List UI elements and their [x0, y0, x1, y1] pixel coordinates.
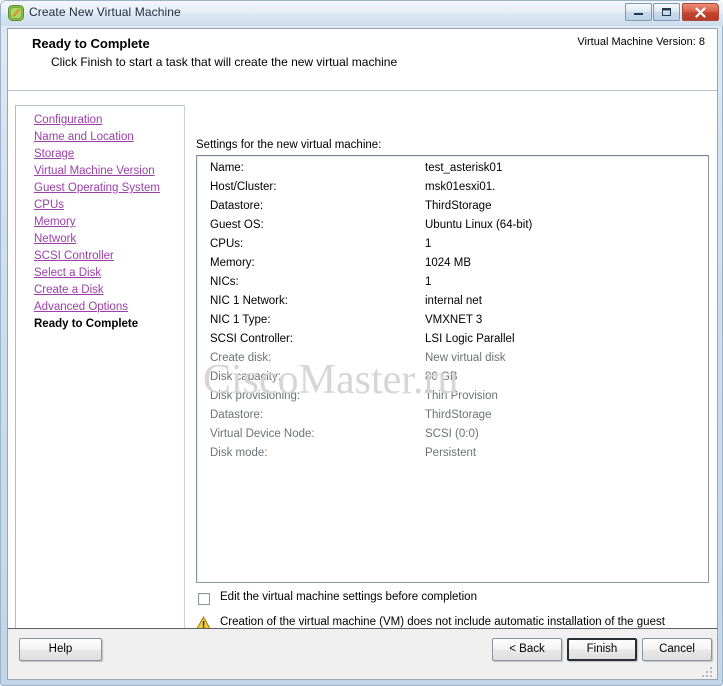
wizard-content: Settings for the new virtual machine: Ci… — [192, 99, 712, 642]
title-bar: Create New Virtual Machine — [1, 1, 723, 26]
finish-button[interactable]: Finish — [567, 638, 637, 661]
help-button[interactable]: Help — [19, 638, 102, 661]
settings-row-label: Guest OS: — [210, 219, 264, 231]
settings-row-label: NICs: — [210, 276, 239, 288]
settings-row-label: Datastore: — [210, 409, 264, 421]
settings-row-value: ThirdStorage — [425, 200, 492, 212]
wizard-step-scsi-controller[interactable]: SCSI Controller — [34, 248, 184, 265]
settings-row-value: ThirdStorage — [425, 409, 492, 421]
edit-settings-checkbox[interactable] — [198, 593, 210, 605]
wizard-step-virtual-machine-version[interactable]: Virtual Machine Version — [34, 163, 184, 180]
wizard-step-network[interactable]: Network — [34, 231, 184, 248]
settings-row: CPUs: 1 — [197, 238, 708, 257]
vm-app-icon — [8, 5, 24, 21]
settings-row-value: Ubuntu Linux (64-bit) — [425, 219, 533, 231]
settings-row-value: 1 — [425, 238, 432, 250]
settings-caption: Settings for the new virtual machine: — [196, 139, 382, 151]
wizard-step-storage[interactable]: Storage — [34, 146, 184, 163]
wizard-step-ready-to-complete: Ready to Complete — [34, 318, 139, 330]
settings-row-label: NIC 1 Network: — [210, 295, 288, 307]
settings-row: NICs: 1 — [197, 276, 708, 295]
settings-row-label: Disk mode: — [210, 447, 268, 459]
resize-grip-icon[interactable] — [702, 665, 713, 677]
settings-row-value: LSI Logic Parallel — [425, 333, 515, 345]
wizard-step-configuration[interactable]: Configuration — [34, 112, 184, 129]
close-button[interactable] — [682, 3, 719, 21]
window-title: Create New Virtual Machine — [29, 5, 181, 19]
edit-settings-label[interactable]: Edit the virtual machine settings before… — [220, 591, 477, 603]
wizard-step-create-a-disk[interactable]: Create a Disk — [34, 282, 184, 299]
settings-row-value: 1024 MB — [425, 257, 472, 269]
settings-row: Create disk: New virtual disk — [197, 352, 708, 371]
page-title: Ready to Complete — [32, 36, 150, 51]
settings-row: Guest OS: Ubuntu Linux (64-bit) — [197, 219, 708, 238]
wizard-step-sidebar: Configuration Name and Location Storage Vir… — [15, 105, 185, 629]
settings-row-value: New virtual disk — [425, 352, 506, 364]
settings-row: Virtual Device Node: SCSI (0:0) — [197, 428, 708, 447]
settings-row-label: Virtual Device Node: — [210, 428, 315, 440]
page-subtitle: Click Finish to start a task that will c… — [51, 55, 398, 69]
settings-row-value: VMXNET 3 — [425, 314, 483, 326]
wizard-step-memory[interactable]: Memory — [34, 214, 184, 231]
settings-row-label: Datastore: — [210, 200, 264, 212]
wizard-step-select-a-disk[interactable]: Select a Disk — [34, 265, 184, 282]
settings-row: Memory: 1024 MB — [197, 257, 708, 276]
settings-row-label: SCSI Controller: — [210, 333, 294, 345]
minimize-button[interactable] — [625, 3, 652, 21]
settings-row-label: Memory: — [210, 257, 255, 269]
settings-row-value: SCSI (0:0) — [425, 428, 479, 440]
wizard-step-guest-operating-system[interactable]: Guest Operating System — [34, 180, 184, 197]
settings-row-label: CPUs: — [210, 238, 244, 250]
settings-row: SCSI Controller: LSI Logic Parallel — [197, 333, 708, 352]
vm-version-label: Virtual Machine Version: 8 — [577, 36, 705, 48]
settings-row: Disk mode: Persistent — [197, 447, 708, 466]
settings-row-value: msk01esxi01. — [425, 181, 496, 193]
settings-summary-panel: CiscoMaster.ru Name: test_asterisk01 Host/… — [196, 155, 709, 583]
settings-rows: Name: test_asterisk01 Host/Cluster: msk01es… — [197, 156, 708, 466]
settings-row-value: internal net — [425, 295, 482, 307]
settings-row-label: Host/Cluster: — [210, 181, 277, 193]
settings-row: Datastore: ThirdStorage — [197, 200, 708, 219]
settings-row-value: 80 GB — [425, 371, 458, 383]
dialog-client-area: Ready to Complete Click Finish to start … — [7, 28, 718, 642]
wizard-step-advanced-options[interactable]: Advanced Options — [34, 299, 184, 316]
settings-row-label: Name: — [210, 162, 244, 174]
settings-row: Host/Cluster: msk01esxi01. — [197, 181, 708, 200]
settings-row: Disk capacity: 80 GB — [197, 371, 708, 390]
settings-row-label: Create disk: — [210, 352, 272, 364]
settings-row-label: NIC 1 Type: — [210, 314, 271, 326]
settings-row: Name: test_asterisk01 — [197, 162, 708, 181]
settings-row: NIC 1 Type: VMXNET 3 — [197, 314, 708, 333]
dialog-footer: Help < Back Finish Cancel — [7, 628, 718, 680]
settings-row-value: test_asterisk01 — [425, 162, 503, 174]
settings-row-value: Persistent — [425, 447, 477, 459]
cancel-button[interactable]: Cancel — [642, 638, 712, 661]
wizard-step-list: Configuration Name and Location Storage Vir… — [34, 112, 184, 333]
settings-row: Disk provisioning: Thin Provision — [197, 390, 708, 409]
wizard-step-cpus[interactable]: CPUs — [34, 197, 184, 214]
settings-row-label: Disk capacity: — [210, 371, 281, 383]
back-button[interactable]: < Back — [492, 638, 562, 661]
wizard-step-name-and-location[interactable]: Name and Location — [34, 129, 184, 146]
settings-row-value: 1 — [425, 276, 432, 288]
maximize-button[interactable] — [653, 3, 680, 21]
settings-row-value: Thin Provision — [425, 390, 498, 402]
edit-settings-row: Edit the virtual machine settings before… — [196, 591, 706, 611]
settings-row: NIC 1 Network: internal net — [197, 295, 708, 314]
wizard-header: Ready to Complete Click Finish to start … — [8, 29, 717, 91]
settings-row-label: Disk provisioning: — [210, 390, 301, 402]
dialog-window: Create New Virtual Machine Ready to Comp… — [0, 0, 723, 686]
settings-row: Datastore: ThirdStorage — [197, 409, 708, 428]
